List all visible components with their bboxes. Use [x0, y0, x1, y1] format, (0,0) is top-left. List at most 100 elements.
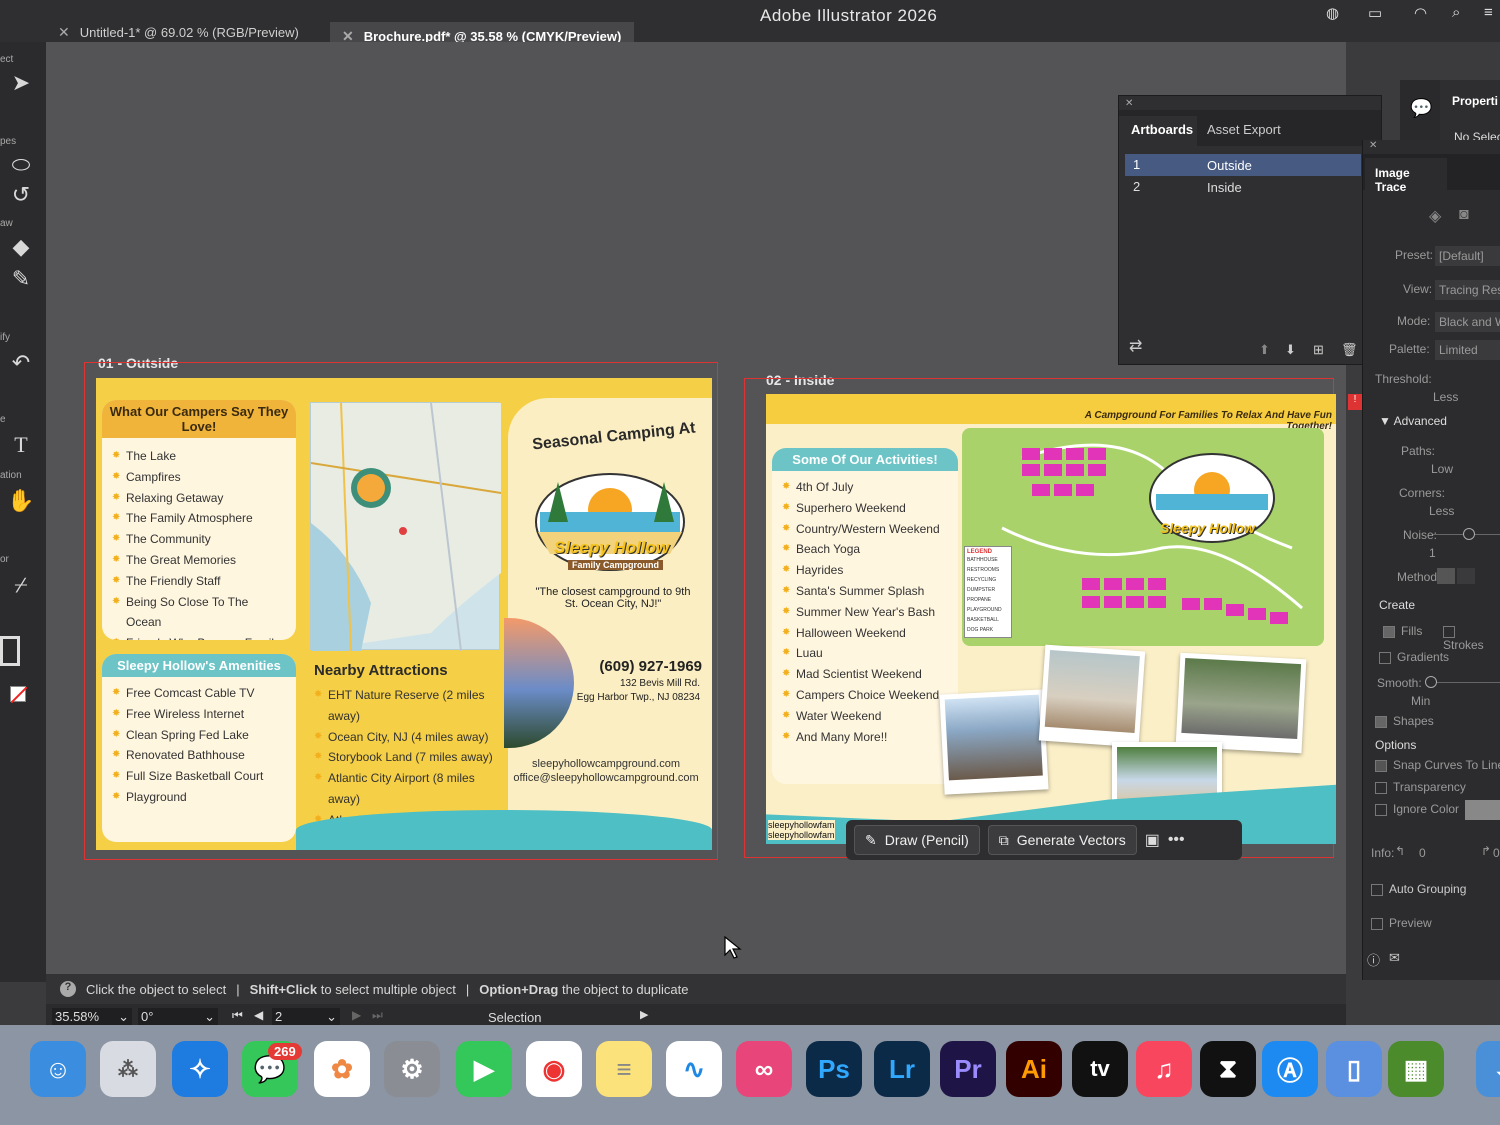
palette-select[interactable]: Limited [1435, 340, 1500, 360]
artboard-row[interactable]: 1 Outside [1125, 154, 1361, 176]
gradients-checkbox[interactable]: Gradients [1379, 650, 1449, 664]
method-overlapping-button[interactable] [1457, 568, 1475, 584]
noise-slider-handle[interactable] [1463, 528, 1475, 540]
iphone-mirroring-icon[interactable]: ▯ [1326, 1041, 1382, 1097]
system-settings-icon[interactable]: ⚙ [384, 1041, 440, 1097]
shapes-checkbox[interactable]: Shapes [1375, 714, 1434, 728]
ignore-color-swatch[interactable] [1465, 800, 1500, 820]
minecraft-icon[interactable]: ▦ [1388, 1041, 1444, 1097]
type-tool-icon[interactable]: T [6, 432, 36, 458]
close-icon[interactable]: ✕ [58, 24, 70, 41]
premiere-icon[interactable]: Pr [940, 1041, 996, 1097]
lightroom-icon[interactable]: Lr [874, 1041, 930, 1097]
camera-icon[interactable]: ◙ [1459, 206, 1469, 224]
move-down-icon[interactable]: ⬇ [1285, 342, 1296, 358]
shortcuts-icon[interactable]: ⧗ [1200, 1041, 1256, 1097]
view-select[interactable]: Tracing Res [1435, 280, 1500, 300]
eraser-tool-icon[interactable]: ◆ [6, 234, 36, 260]
close-icon[interactable]: ✕ [1369, 140, 1377, 151]
hand-tool-icon[interactable]: ✋ [6, 488, 36, 514]
control-center-icon[interactable]: ≡ [1484, 4, 1493, 21]
auto-grouping-checkbox[interactable]: Auto Grouping [1371, 882, 1466, 896]
properties-title[interactable]: Properti [1452, 94, 1498, 108]
music-icon[interactable]: ♫ [1136, 1041, 1192, 1097]
image-icon[interactable]: ▣ [1145, 830, 1160, 850]
image-trace-title[interactable]: Image Trace [1365, 158, 1447, 194]
brochure-outside[interactable]: What Our Campers Say They Love! The Lake… [96, 378, 712, 850]
launchpad-icon[interactable]: ⁂ [100, 1041, 156, 1097]
preset-select[interactable]: [Default] [1435, 246, 1500, 266]
last-artboard-icon[interactable]: ⏭ [372, 1008, 383, 1023]
ignore-color-checkbox[interactable]: Ignore Color [1375, 802, 1459, 816]
mode-select[interactable]: Black and W [1435, 312, 1500, 332]
photos-icon[interactable]: ✿ [314, 1041, 370, 1097]
first-artboard-icon[interactable]: ⏮ [232, 1008, 243, 1023]
zoom-field[interactable]: 35.58% ⌄ [52, 1008, 132, 1026]
finder-icon[interactable]: ☺ [30, 1041, 86, 1097]
tab-artboards[interactable]: Artboards [1119, 116, 1197, 146]
feedback-icon[interactable]: ✉ [1389, 950, 1400, 966]
search-icon[interactable]: ⌕ [1452, 4, 1460, 21]
notes-icon[interactable]: ≡ [596, 1041, 652, 1097]
review-item: Campfires [112, 467, 286, 488]
chevron-down-icon[interactable]: ⌄ [326, 1009, 337, 1025]
new-artboard-icon[interactable]: ⊞ [1313, 342, 1324, 358]
transparency-checkbox[interactable]: Transparency [1375, 780, 1466, 794]
ellipse-tool-icon[interactable]: ⬭ [6, 152, 36, 178]
comment-icon[interactable]: 💬 [1410, 98, 1432, 119]
photoshop-icon[interactable]: Ps [806, 1041, 862, 1097]
delete-icon[interactable]: 🗑 [1341, 342, 1358, 358]
address-line-1: 132 Bevis Mill Rd. [619, 678, 700, 689]
method-abutting-button[interactable] [1437, 568, 1455, 584]
artboard-navigator[interactable]: 2 ⌄ [272, 1008, 340, 1026]
brochure-inside[interactable]: A Campground For Families To Relax And H… [766, 394, 1336, 844]
shaper-tool-icon[interactable]: ↺ [6, 182, 36, 208]
next-artboard-icon[interactable]: ▶ [352, 1008, 361, 1022]
move-up-icon[interactable]: ⬆ [1259, 342, 1270, 358]
smooth-slider-handle[interactable] [1425, 676, 1437, 688]
strokes-checkbox[interactable]: Strokes [1443, 624, 1500, 652]
fill-stroke-swatch[interactable] [0, 636, 20, 666]
reviews-title: What Our Campers Say They Love! [102, 400, 296, 438]
generate-vectors-button[interactable]: ⧉ Generate Vectors [987, 825, 1137, 855]
close-icon[interactable]: ✕ [1125, 98, 1133, 109]
preview-checkbox[interactable]: Preview [1371, 916, 1432, 930]
more-icon[interactable]: ••• [1168, 831, 1185, 849]
legend-item: PROPANE [967, 597, 992, 603]
fills-checkbox[interactable]: Fills [1383, 624, 1422, 638]
warning-icon[interactable]: ! [1348, 394, 1362, 410]
pencil-tool-icon[interactable]: ✎ [6, 266, 36, 292]
status-menu-icon[interactable]: ▶ [640, 1008, 648, 1021]
rotate-view-field[interactable]: 0° ⌄ [138, 1008, 218, 1026]
wifi-icon[interactable]: ◠ [1414, 4, 1427, 22]
artboard-row[interactable]: 2 Inside [1125, 176, 1361, 198]
selection-tool-icon[interactable]: ➤ [6, 70, 36, 96]
draw-pencil-button[interactable]: ✎ Draw (Pencil) [854, 825, 980, 855]
info-icon[interactable]: ⓘ [1367, 950, 1380, 969]
help-icon[interactable]: ? [60, 981, 76, 997]
freeform-icon[interactable]: ∿ [666, 1041, 722, 1097]
app-store-icon[interactable]: Ⓐ [1262, 1041, 1318, 1097]
illustrator-icon[interactable]: Ai [1006, 1041, 1062, 1097]
snap-curves-checkbox[interactable]: Snap Curves To Lines [1375, 758, 1500, 772]
creative-cloud-app-icon[interactable]: ∞ [736, 1041, 792, 1097]
tab-asset-export[interactable]: Asset Export [1207, 122, 1281, 137]
smooth-slider[interactable] [1437, 682, 1500, 683]
chevron-down-icon[interactable]: ⌄ [204, 1009, 215, 1025]
rotate-tool-icon[interactable]: ↶ [6, 350, 36, 376]
legend-item: RESTROOMS [967, 567, 1000, 573]
advanced-toggle[interactable]: ▼ Advanced [1379, 414, 1447, 428]
none-swatch-icon[interactable] [10, 686, 28, 704]
rearrange-icon[interactable]: ⇄ [1129, 336, 1142, 356]
chevron-down-icon[interactable]: ⌄ [118, 1009, 129, 1025]
chrome-icon[interactable]: ◉ [526, 1041, 582, 1097]
auto-color-icon[interactable]: ◈ [1429, 206, 1441, 226]
safari-icon[interactable]: ✧ [172, 1041, 228, 1097]
downloads-icon[interactable]: ⇩ [1476, 1041, 1500, 1097]
battery-icon[interactable]: ▭ [1368, 4, 1382, 22]
facetime-icon[interactable]: ▶ [456, 1041, 512, 1097]
creative-cloud-icon[interactable]: ◍ [1326, 4, 1339, 22]
apple-tv-icon[interactable]: tv [1072, 1041, 1128, 1097]
eyedropper-tool-icon[interactable]: ⌿ [6, 572, 36, 598]
previous-artboard-icon[interactable]: ◀ [254, 1008, 263, 1022]
